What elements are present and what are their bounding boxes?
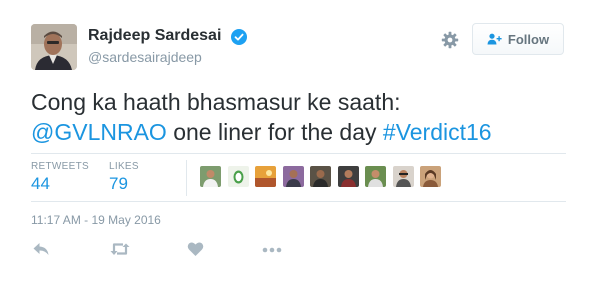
liker-avatar[interactable] — [337, 166, 359, 187]
mention-link[interactable]: @GVLNRAO — [31, 119, 167, 145]
retweets-count[interactable]: 44 — [31, 174, 50, 194]
liker-avatar[interactable] — [227, 166, 249, 187]
liker-avatar[interactable] — [200, 166, 221, 187]
tweet-text-line1: Cong ka haath bhasmasur ke saath: — [31, 89, 401, 115]
follow-person-icon — [487, 33, 502, 45]
like-heart-icon[interactable] — [187, 241, 204, 257]
tweet-timestamp[interactable]: 11:17 AM - 19 May 2016 — [31, 213, 161, 227]
liker-avatar[interactable] — [392, 166, 414, 187]
user-avatar[interactable] — [31, 24, 77, 70]
liker-avatar[interactable] — [255, 166, 276, 187]
liker-avatar[interactable] — [365, 166, 386, 187]
tweet-text: Cong ka haath bhasmasur ke saath: @GVLNR… — [31, 87, 576, 147]
tweet-text-middle: one liner for the day — [166, 119, 383, 145]
divider-top — [31, 153, 566, 154]
liker-avatars — [200, 166, 448, 187]
follow-button[interactable]: Follow — [472, 23, 564, 55]
user-name[interactable]: Rajdeep Sardesai — [88, 27, 221, 45]
gear-icon[interactable] — [441, 31, 459, 49]
likes-count[interactable]: 79 — [109, 174, 128, 194]
follow-button-label: Follow — [507, 31, 550, 47]
stats-separator — [186, 160, 187, 196]
reply-icon[interactable] — [32, 241, 50, 257]
verified-badge-icon — [231, 29, 247, 45]
likes-label: LIKES — [109, 161, 139, 172]
retweets-label: RETWEETS — [31, 161, 89, 172]
liker-avatar[interactable] — [420, 166, 441, 187]
more-icon[interactable] — [262, 247, 282, 253]
retweet-icon[interactable] — [109, 241, 131, 257]
user-handle[interactable]: @sardesairajdeep — [88, 49, 202, 65]
hashtag-link[interactable]: #Verdict16 — [383, 119, 492, 145]
tweet-card: Rajdeep Sardesai @sardesairajdeep Follow — [0, 0, 600, 281]
liker-avatar[interactable] — [310, 166, 331, 187]
liker-avatar[interactable] — [282, 166, 304, 187]
divider-bottom — [31, 201, 566, 202]
